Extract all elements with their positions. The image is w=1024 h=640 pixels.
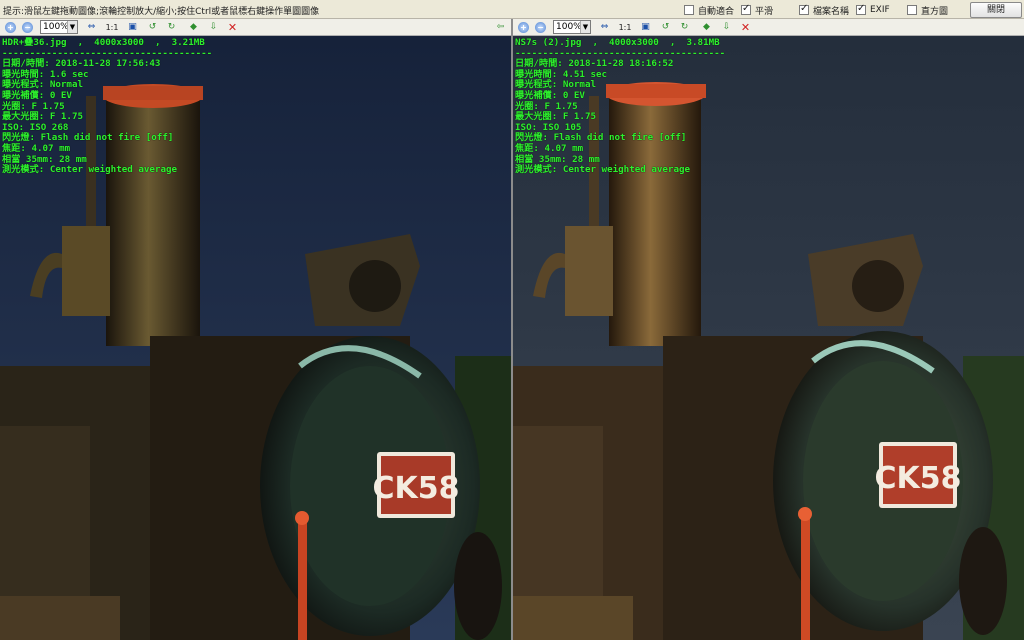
checkbox-box[interactable] bbox=[907, 5, 917, 15]
delete-icon[interactable]: ✕ bbox=[740, 22, 751, 33]
right-image-pane[interactable]: + − 100% ▼ ⇔ 1:1 ▣ ↺ ↻ ◆ ⇩ ✕ CK58 NS7s (… bbox=[513, 19, 1024, 640]
sync-arrow-icon[interactable]: ⇦ bbox=[495, 22, 506, 33]
save-icon[interactable]: ◆ bbox=[701, 22, 712, 33]
exif-line: 測光模式: Center weighted average bbox=[2, 164, 178, 176]
zoom-out-icon[interactable]: − bbox=[535, 22, 546, 33]
exif-line: 焦距: 4.07 mm bbox=[2, 142, 71, 154]
rotate-right-icon[interactable]: ↻ bbox=[166, 22, 177, 33]
checkbox-label: 檔案名稱 bbox=[813, 6, 850, 17]
export-icon[interactable]: ⇩ bbox=[208, 22, 219, 33]
file-header: NS7s (2).jpg , 4000x3000 , 3.81MB bbox=[515, 37, 720, 48]
smooth-checkbox[interactable]: 平滑 bbox=[741, 3, 774, 17]
left-image-pane[interactable]: + − 100% ▼ ⇔ 1:1 ▣ ↺ ↻ ◆ ⇩ ✕ ⇦ CK58 HDR+… bbox=[0, 19, 511, 640]
checkbox-label: EXIF bbox=[870, 5, 890, 15]
zoom-in-icon[interactable]: + bbox=[518, 22, 529, 33]
rotate-left-icon[interactable]: ↺ bbox=[147, 22, 158, 33]
export-icon[interactable]: ⇩ bbox=[721, 22, 732, 33]
usage-hint: 提示:滑鼠左鍵拖動圖像;滾輪控制放大/縮小;按住Ctrl或者鼠標右鍵操作單圖圖像 bbox=[3, 7, 320, 17]
number-plate: CK58 bbox=[372, 471, 459, 506]
fit-screen-icon[interactable]: ▣ bbox=[127, 22, 138, 33]
actual-size-icon[interactable]: 1:1 bbox=[105, 22, 119, 33]
left-toolbar: + − 100% ▼ ⇔ 1:1 ▣ ↺ ↻ ◆ ⇩ ✕ ⇦ bbox=[0, 19, 511, 36]
fit-icon[interactable]: ⇔ bbox=[86, 22, 97, 33]
checkbox-label: 平滑 bbox=[755, 6, 774, 17]
zoom-in-icon[interactable]: + bbox=[5, 22, 16, 33]
chevron-down-icon[interactable]: ▼ bbox=[580, 21, 590, 33]
rotate-left-icon[interactable]: ↺ bbox=[660, 22, 671, 33]
checkbox-label: 直方圖 bbox=[921, 6, 949, 17]
exif-line: 曝光補償: 0 EV bbox=[515, 89, 585, 101]
fit-screen-icon[interactable]: ▣ bbox=[640, 22, 651, 33]
chevron-down-icon[interactable]: ▼ bbox=[67, 21, 77, 33]
zoom-select[interactable]: 100% ▼ bbox=[40, 20, 78, 34]
checkbox-label: 自動適合 bbox=[698, 6, 735, 17]
exif-line: 曝光補償: 0 EV bbox=[2, 89, 72, 101]
checkbox-box[interactable] bbox=[741, 3, 751, 15]
zoom-value: 100% bbox=[43, 22, 69, 32]
delete-icon[interactable]: ✕ bbox=[227, 22, 238, 33]
file-header: HDR+疊36.jpg , 4000x3000 , 3.21MB bbox=[2, 37, 205, 48]
checkbox-box[interactable] bbox=[799, 3, 809, 15]
actual-size-icon[interactable]: 1:1 bbox=[618, 22, 632, 33]
fit-icon[interactable]: ⇔ bbox=[599, 22, 610, 33]
zoom-value: 100% bbox=[556, 22, 582, 32]
left-exif-overlay: HDR+疊36.jpg , 4000x3000 , 3.21MB --------… bbox=[2, 37, 212, 176]
checkbox-box[interactable] bbox=[856, 3, 866, 15]
top-bar: 提示:滑鼠左鍵拖動圖像;滾輪控制放大/縮小;按住Ctrl或者鼠標右鍵操作單圖圖像… bbox=[0, 0, 1024, 19]
exif-line: 焦距: 4.07 mm bbox=[515, 142, 584, 154]
exif-checkbox[interactable]: EXIF bbox=[856, 3, 890, 16]
rotate-right-icon[interactable]: ↻ bbox=[679, 22, 690, 33]
auto-fit-checkbox[interactable]: 自動適合 bbox=[684, 4, 735, 17]
save-icon[interactable]: ◆ bbox=[188, 22, 199, 33]
zoom-select[interactable]: 100% ▼ bbox=[553, 20, 591, 34]
filename-checkbox[interactable]: 檔案名稱 bbox=[799, 3, 850, 17]
zoom-out-icon[interactable]: − bbox=[22, 22, 33, 33]
checkbox-box[interactable] bbox=[684, 5, 694, 15]
number-plate: CK58 bbox=[874, 461, 961, 496]
histogram-checkbox[interactable]: 直方圖 bbox=[907, 4, 949, 17]
exif-line: 測光模式: Center weighted average bbox=[515, 164, 691, 176]
right-exif-overlay: NS7s (2).jpg , 4000x3000 , 3.81MB -------… bbox=[515, 37, 725, 176]
right-toolbar: + − 100% ▼ ⇔ 1:1 ▣ ↺ ↻ ◆ ⇩ ✕ bbox=[513, 19, 1024, 36]
close-button[interactable]: 關閉 bbox=[970, 2, 1022, 18]
